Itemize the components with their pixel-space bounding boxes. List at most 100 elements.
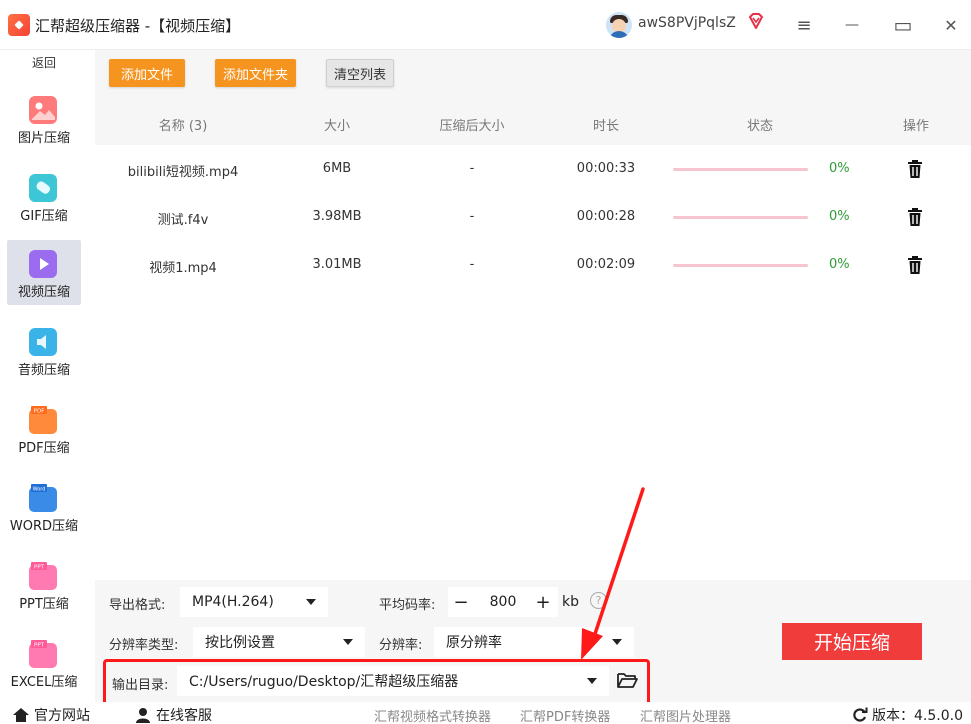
video-converter-link[interactable]: 汇帮视频格式转换器: [374, 706, 491, 724]
chevron-down-icon: [587, 678, 597, 684]
file-duration: 00:00:28: [576, 209, 636, 224]
resolution-select[interactable]: 原分辨率: [434, 627, 634, 657]
menu-icon[interactable]: ≡: [791, 12, 817, 38]
file-duration: 00:02:09: [576, 257, 636, 272]
chevron-down-icon: [343, 639, 353, 645]
bitrate-stepper: − 800 +: [448, 587, 558, 617]
format-value: MP4(H.264): [192, 594, 274, 610]
ppt-compress-icon: PPT: [28, 561, 58, 591]
sidebar-item-label: PPT压缩: [19, 597, 69, 612]
sidebar-item-image[interactable]: 图片压缩: [7, 86, 81, 151]
decrement-button[interactable]: −: [448, 587, 474, 617]
audio-compress-icon: [28, 327, 58, 357]
resolution-type-select[interactable]: 按比例设置: [193, 627, 365, 657]
version-label: 版本：4.5.0.0: [872, 708, 963, 724]
minimize-button[interactable]: —: [839, 12, 865, 38]
delete-icon[interactable]: [905, 159, 925, 179]
header-size[interactable]: 大小: [307, 115, 367, 134]
progress-bar: [673, 216, 808, 219]
ppt-badge-text: PPT: [34, 565, 45, 571]
delete-icon[interactable]: [905, 255, 925, 275]
maximize-button[interactable]: ▭: [890, 12, 916, 38]
image-compress-icon: [28, 95, 58, 125]
compressed-size: -: [469, 257, 475, 272]
video-compress-icon: [28, 249, 58, 279]
output-dir-value: C:/Users/ruguo/Desktop/汇帮超级压缩器: [189, 674, 459, 690]
add-file-button[interactable]: 添加文件: [109, 59, 185, 87]
header-duration[interactable]: 时长: [576, 115, 636, 134]
progress-percent: 0%: [829, 161, 850, 176]
file-table-body: bilibili短视频.mp4 6MB - 00:00:33 0% 测试.f4v…: [95, 145, 971, 580]
resolution-type-value: 按比例设置: [205, 635, 275, 651]
file-name: 视频1.mp4: [149, 261, 217, 276]
sidebar-item-word[interactable]: Word WORD压缩: [7, 474, 81, 539]
sidebar-item-audio[interactable]: 音频压缩: [7, 318, 81, 383]
header-action: 操作: [902, 119, 929, 134]
excel-compress-icon: PPT: [28, 639, 58, 669]
support-link[interactable]: 在线客服: [134, 705, 212, 724]
vip-diamond-icon[interactable]: [747, 12, 765, 30]
image-processor-link[interactable]: 汇帮图片处理器: [640, 706, 731, 724]
footer: 官方网站 在线客服 汇帮视频格式转换器 汇帮PDF转换器 汇帮图片处理器 版本：…: [0, 702, 971, 724]
main-panel: 添加文件 添加文件夹 清空列表 名称 (3) 大小 压缩后大小 时长 状态 操作…: [95, 50, 971, 580]
compressed-size: -: [469, 209, 475, 224]
add-folder-button[interactable]: 添加文件夹: [215, 59, 296, 87]
output-dir-select[interactable]: C:/Users/ruguo/Desktop/汇帮超级压缩器: [177, 666, 609, 696]
title-bar: 汇帮超级压缩器 -【视频压缩】 awS8PVjPqlsZ ≡ — ▭ ✕: [0, 0, 971, 50]
website-link[interactable]: 官方网站: [12, 705, 90, 724]
header-status: 状态: [746, 119, 773, 134]
bitrate-label: 平均码率:: [379, 598, 436, 613]
progress-bar: [673, 264, 808, 267]
format-select[interactable]: MP4(H.264): [180, 587, 328, 617]
toolbar: 添加文件 添加文件夹 清空列表: [95, 50, 971, 100]
delete-icon[interactable]: [905, 207, 925, 227]
home-icon: [13, 708, 29, 722]
progress-bar: [673, 168, 808, 171]
user-avatar[interactable]: [606, 12, 632, 38]
file-table-header: 名称 (3) 大小 压缩后大小 时长 状态 操作: [95, 100, 971, 145]
bitrate-input[interactable]: 800: [478, 594, 528, 610]
help-icon[interactable]: ?: [590, 592, 607, 609]
header-name[interactable]: 名称 (3): [138, 115, 228, 134]
website-label: 官方网站: [34, 708, 90, 724]
progress-percent: 0%: [829, 209, 850, 224]
chevron-down-icon: [306, 599, 316, 605]
app-title: 汇帮超级压缩器 -【视频压缩】: [35, 17, 241, 35]
sidebar-item-excel[interactable]: PPT EXCEL压缩: [7, 630, 81, 695]
sidebar-item-label: WORD压缩: [9, 519, 79, 534]
table-row[interactable]: 测试.f4v 3.98MB - 00:00:28 0%: [95, 193, 971, 241]
header-compressed-size[interactable]: 压缩后大小: [432, 115, 512, 134]
table-row[interactable]: 视频1.mp4 3.01MB - 00:02:09 0%: [95, 241, 971, 289]
support-label: 在线客服: [156, 708, 212, 724]
gif-compress-icon: [28, 173, 58, 203]
version-info[interactable]: 版本：4.5.0.0: [852, 705, 963, 724]
sidebar-item-gif[interactable]: GIF压缩: [7, 164, 81, 229]
word-compress-icon: Word: [28, 483, 58, 513]
sidebar-item-label: EXCEL压缩: [10, 675, 78, 690]
pdf-badge-text: PDF: [34, 409, 45, 415]
clear-list-button[interactable]: 清空列表: [326, 59, 394, 87]
close-button[interactable]: ✕: [938, 12, 964, 38]
table-row[interactable]: bilibili短视频.mp4 6MB - 00:00:33 0%: [95, 145, 971, 193]
bitrate-unit: kb: [562, 594, 579, 610]
file-duration: 00:00:33: [576, 161, 636, 176]
app-logo-icon: [8, 14, 30, 36]
progress-percent: 0%: [829, 257, 850, 272]
file-size: 6MB: [322, 161, 352, 176]
pdf-converter-link[interactable]: 汇帮PDF转换器: [520, 706, 610, 724]
username[interactable]: awS8PVjPqlsZ: [638, 15, 736, 31]
start-compress-button[interactable]: 开始压缩: [782, 623, 922, 660]
back-link[interactable]: 返回: [0, 54, 88, 71]
folder-open-icon[interactable]: [616, 670, 638, 690]
sidebar-item-label: 图片压缩: [17, 131, 70, 146]
customer-service-icon: [136, 708, 150, 723]
sidebar-item-pdf[interactable]: PDF PDF压缩: [7, 396, 81, 461]
sidebar-item-ppt[interactable]: PPT PPT压缩: [7, 552, 81, 617]
sidebar-item-video[interactable]: 视频压缩: [7, 240, 81, 305]
increment-button[interactable]: +: [530, 587, 556, 617]
file-size: 3.98MB: [312, 209, 362, 224]
file-size: 3.01MB: [312, 257, 362, 272]
output-dir-label: 输出目录:: [112, 678, 169, 693]
sidebar: 返回 图片压缩 GIF压缩 视频压缩 音频压缩 PDF PDF压缩 Word W…: [0, 50, 90, 702]
settings-panel: 导出格式: MP4(H.264) 平均码率: − 800 + kb ? 分辨率类…: [95, 580, 971, 706]
